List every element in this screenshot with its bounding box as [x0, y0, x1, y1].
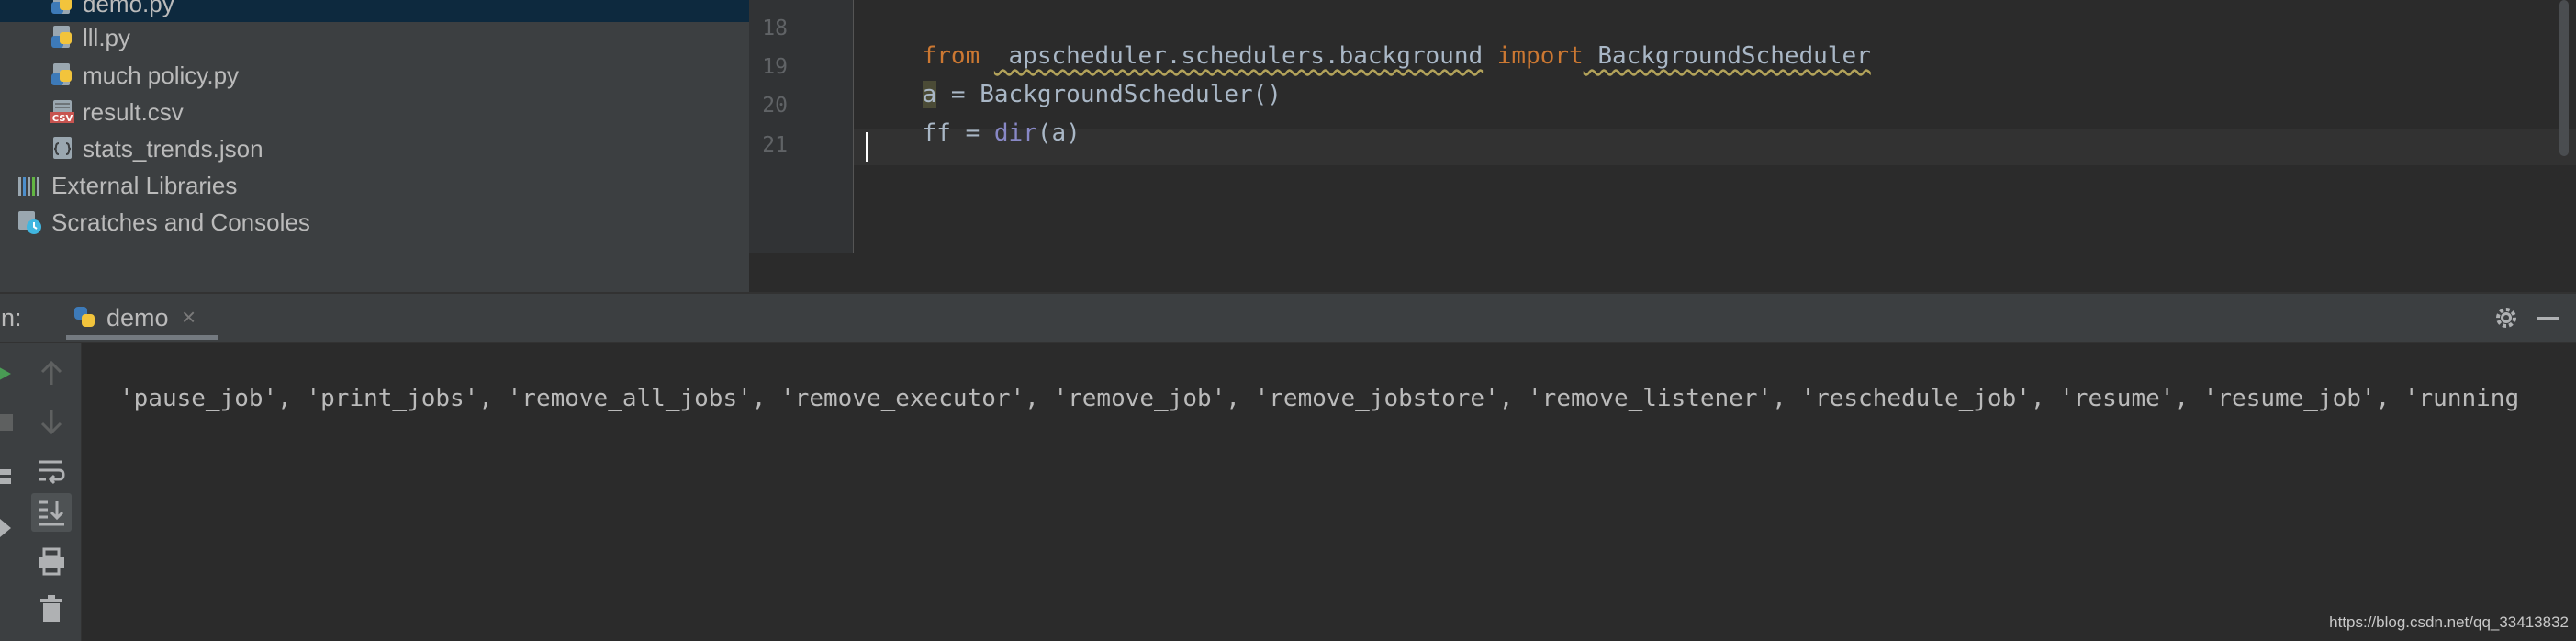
editor-blank-area — [749, 253, 2576, 292]
run-toolbar — [0, 343, 81, 641]
scroll-to-end-icon — [39, 500, 64, 526]
python-file-icon — [51, 63, 72, 85]
svg-text:CSV: CSV — [52, 114, 73, 124]
pin-icon[interactable] — [0, 512, 17, 545]
line-number: 19 — [762, 55, 788, 79]
scratches-icon — [18, 211, 41, 234]
trash-icon[interactable] — [35, 592, 68, 625]
arrow-up-icon[interactable] — [35, 357, 68, 390]
print-icon[interactable] — [35, 545, 68, 578]
tree-item-label: Scratches and Consoles — [51, 208, 310, 236]
rerun-icon[interactable] — [0, 357, 20, 390]
gear-icon[interactable] — [2493, 305, 2519, 331]
tree-item-label: stats_trends.json — [83, 135, 263, 163]
tab-active-indicator — [66, 335, 218, 340]
tree-item-result-csv[interactable]: CSV result.csv — [0, 94, 749, 130]
scroll-to-end-button[interactable] — [31, 493, 72, 532]
libraries-icon — [18, 177, 39, 196]
tree-item-label: much policy.py — [83, 62, 240, 89]
arrow-down-icon[interactable] — [35, 405, 68, 438]
console-output-text[interactable]: 'pause_job', 'print_jobs', 'remove_all_j… — [119, 385, 2519, 412]
line-number: 18 — [762, 17, 788, 40]
code-token: import — [1496, 42, 1584, 70]
python-file-icon — [51, 0, 72, 14]
csv-file-icon: CSV — [50, 100, 74, 124]
code-editor[interactable]: 18 19 20 21 from apscheduler.schedulers.… — [749, 0, 2576, 292]
tree-item-scratches-and-consoles[interactable]: Scratches and Consoles — [0, 204, 749, 241]
soft-wrap-icon[interactable] — [35, 455, 68, 488]
line-number-gutter: 18 19 20 21 — [749, 0, 853, 253]
gutter-separator — [853, 0, 854, 253]
watermark: https://blog.csdn.net/qq_33413832 — [2329, 613, 2569, 631]
minimize-icon[interactable] — [2537, 317, 2559, 320]
python-file-icon — [51, 26, 72, 48]
tree-item-label: External Libraries — [51, 172, 238, 199]
code-token: BackgroundScheduler — [1583, 42, 1871, 70]
line-number: 21 — [762, 133, 788, 157]
tree-item-label: demo.py — [83, 0, 174, 17]
tree-item-external-libraries[interactable]: External Libraries — [0, 167, 749, 204]
code-token: dir — [993, 119, 1037, 147]
code-line-20[interactable]: ff = dir(a) — [865, 92, 1081, 174]
json-file-icon — [53, 137, 72, 159]
text-caret — [866, 132, 868, 162]
tree-item-label: result.csv — [83, 98, 184, 126]
tree-item-lll-py[interactable]: lll.py — [0, 19, 749, 56]
run-toolwindow-header: un: demo × — [0, 294, 2576, 343]
toolbar-separator — [81, 343, 82, 641]
tree-item-stats-trends-json[interactable]: stats_trends.json — [0, 130, 749, 167]
code-token: ff = — [922, 119, 994, 147]
layout-icon[interactable] — [0, 460, 17, 493]
code-token: (a) — [1036, 119, 1081, 147]
tree-item-label: lll.py — [83, 24, 131, 51]
stop-icon[interactable] — [0, 407, 17, 440]
line-number: 20 — [762, 94, 788, 118]
editor-scrollbar[interactable] — [2559, 0, 2569, 156]
run-toolwindow-title: un: — [0, 304, 22, 332]
tree-item-much-policy-py[interactable]: much policy.py — [0, 57, 749, 94]
run-tab-label: demo — [106, 304, 169, 332]
python-icon — [74, 307, 95, 327]
run-console: 'pause_job', 'print_jobs', 'remove_all_j… — [0, 343, 2576, 641]
run-tab-demo[interactable]: demo × — [66, 294, 218, 340]
close-icon[interactable]: × — [182, 303, 196, 332]
project-tree-panel: demo.py lll.py much policy.py CSV result… — [0, 0, 749, 292]
